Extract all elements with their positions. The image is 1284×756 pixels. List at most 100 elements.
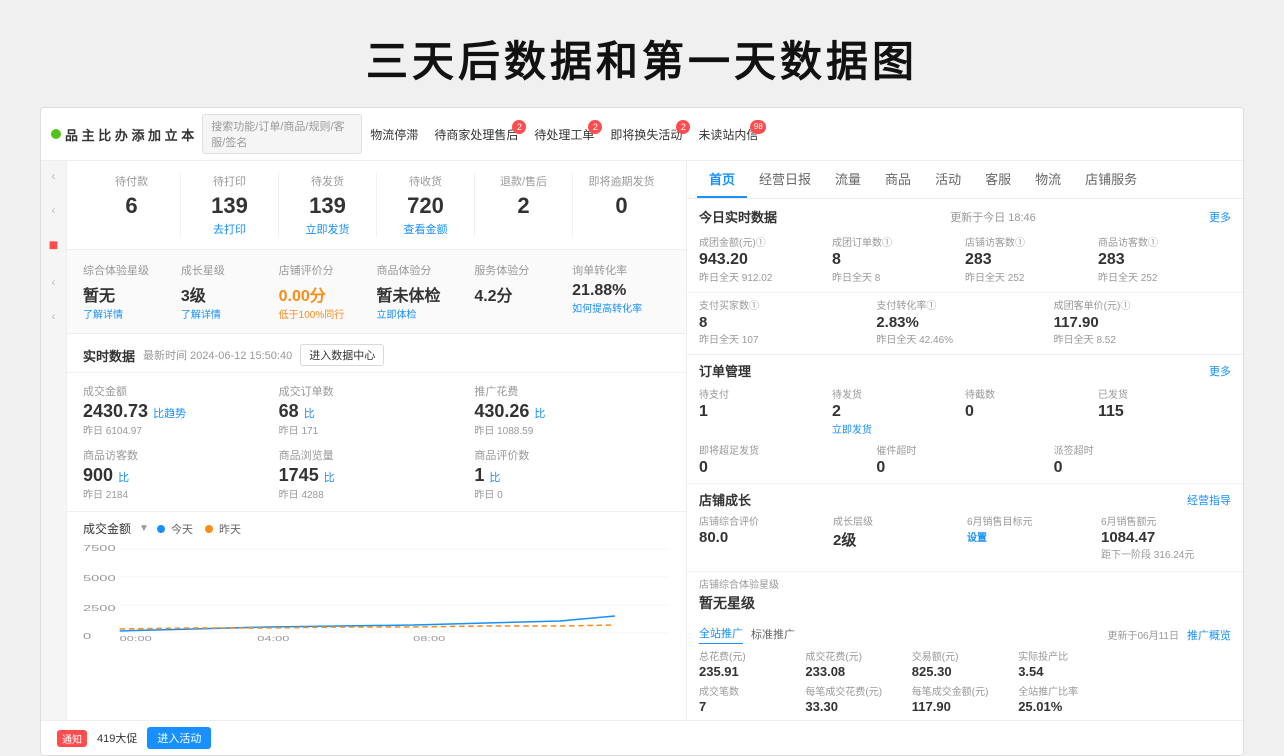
chart-selector-label: 成交金额 (83, 520, 131, 537)
collapse-arrow-1[interactable]: ‹ (52, 169, 56, 183)
stat-link-daifa[interactable]: 立即发货 (279, 221, 376, 237)
page-title-area: 三天后数据和第一天数据图 (0, 0, 1284, 107)
metric-dingdan: 成交订单数 68 比 昨日 171 (279, 383, 475, 437)
stat-value-daiyin: 139 (181, 193, 278, 219)
metric-label-fangke: 商品访客数 (83, 447, 279, 463)
today-section-more[interactable]: 更多 (1209, 209, 1231, 225)
support-kedanjia: 成团客单价(元)① 117.90 昨日全天 8.52 (1054, 297, 1231, 346)
rating-label-chengzhang: 成长星级 (181, 262, 279, 278)
metric-label-pingjia-count: 商品评价数 (474, 447, 670, 463)
tab-homepage[interactable]: 首页 (697, 161, 747, 198)
tab-service[interactable]: 客服 (973, 161, 1023, 198)
legend-dot-today (157, 525, 165, 533)
promo-overview-link[interactable]: 推广概览 (1187, 627, 1231, 643)
growth-cengji: 成长层级 2级 (833, 513, 963, 561)
dropdown-icon[interactable]: ▼ (139, 523, 149, 534)
tab-goods[interactable]: 商品 (873, 161, 923, 198)
order-mgmt-more[interactable]: 更多 (1209, 363, 1231, 379)
collapse-arrow-3[interactable]: ‹ (52, 275, 56, 289)
support-zhuanhuashuai: 支付转化率① 2.83% 昨日全天 42.46% (876, 297, 1053, 346)
order-stats: 待付款 6 待打印 139 去打印 待发货 139 立即发货 待收货 720 查… (67, 161, 686, 250)
stat-link-daiyin[interactable]: 去打印 (181, 221, 278, 237)
collapse-arrow-2[interactable]: ‹ (52, 203, 56, 217)
rating-label-zonghe: 综合体验星级 (83, 262, 181, 278)
nav-shouhou[interactable]: 待商家处理售后 2 (434, 126, 518, 143)
shop-growth-link[interactable]: 经营指导 (1187, 492, 1231, 508)
omg-daifukuan: 待支付 1 (699, 386, 832, 436)
nav-xinxi[interactable]: 未读站内信 98 (698, 126, 758, 143)
tab-logistics[interactable]: 物流 (1023, 161, 1073, 198)
promo-jiaoyie: 交易额(元) 825.30 (912, 648, 1018, 679)
promo-grid-row1: 总花费(元) 235.91 成交花费(元) 233.08 交易额(元) 825.… (699, 648, 1231, 679)
bottom-enter-btn[interactable]: 进入活动 (147, 727, 211, 749)
rating-sub-tiyan[interactable]: 立即体检 (376, 306, 474, 321)
chart-svg: 7500 5000 2500 0 00:00 04:00 (83, 541, 670, 641)
stat-value-yuqi: 0 (573, 193, 670, 219)
growth-pingjia: 店铺综合评价 80.0 (699, 513, 829, 561)
rating-tiyan: 商品体验分 暂未体检 立即体检 (376, 262, 474, 321)
promo-tab-quanzhan[interactable]: 全站推广 (699, 625, 743, 644)
trend-link-liulan[interactable]: 比 (324, 472, 335, 484)
nav-gongdan[interactable]: 待处理工单 2 (534, 126, 594, 143)
metric-prev-liulan: 昨日 4288 (279, 486, 475, 501)
today-chengtuan-dingdan: 成团订单数① 8 昨日全天 8 (832, 234, 965, 284)
left-panel: 待付款 6 待打印 139 去打印 待发货 139 立即发货 待收货 720 查… (67, 161, 687, 720)
metric-huafei: 推广花费 430.26 比 昨日 1088.59 (474, 383, 670, 437)
svg-text:00:00: 00:00 (120, 636, 152, 641)
nav-badge-huodong: 2 (676, 120, 690, 134)
tab-activity[interactable]: 活动 (923, 161, 973, 198)
trend-link-fangke[interactable]: 比 (118, 472, 129, 484)
metric-value-liulan: 1745 比 (279, 465, 475, 486)
stat-link-daishou[interactable]: 查看金额 (377, 221, 474, 237)
collapse-arrow-4[interactable]: ‹ (52, 309, 56, 323)
rating-label-tiyan: 商品体验分 (376, 262, 474, 278)
metric-value-dingdan: 68 比 (279, 401, 475, 422)
omg-paiqian: 派签超时 0 (1054, 442, 1231, 477)
logo-text: 品 主 比 办 添 加 立 本 (65, 125, 194, 144)
rating-sub-zhuanhua[interactable]: 如何提高转化率 (572, 300, 670, 315)
promo-grid-row2: 成交笔数 7 每笔成交花费(元) 33.30 每笔成交金额(元) 117.90 … (699, 683, 1231, 714)
metric-label-dingdan: 成交订单数 (279, 383, 475, 399)
tab-flow[interactable]: 流量 (823, 161, 873, 198)
metric-label-jiaoe: 成交金额 (83, 383, 279, 399)
trend-link-dingdan[interactable]: 比 (304, 408, 315, 420)
stat-label-daiyin: 待打印 (181, 173, 278, 189)
svg-text:08:00: 08:00 (413, 636, 445, 641)
svg-text:5000: 5000 (83, 574, 116, 583)
btn-enter-data[interactable]: 进入数据中心 (300, 344, 384, 366)
search-bar[interactable]: 搜索功能/订单/商品/规则/客服/签名 (202, 114, 362, 154)
rating-sub-pingjia[interactable]: 低于100%同行 (279, 306, 377, 321)
rating-value-fuwu: 4.2分 (474, 282, 572, 306)
nav-huodong[interactable]: 即将换失活动 2 (610, 126, 682, 143)
svg-text:0: 0 (83, 632, 92, 641)
promo-jiaoyi-bishu: 成交笔数 7 (699, 683, 805, 714)
rating-sub-zonghe[interactable]: 了解详情 (83, 306, 181, 321)
stat-value-daifa: 139 (279, 193, 376, 219)
metric-pingjia-count: 商品评价数 1 比 昨日 0 (474, 447, 670, 501)
promo-touchangbi: 实际投产比 3.54 (1018, 648, 1124, 679)
right-panel: 首页 经营日报 流量 商品 活动 客服 物流 店铺服务 今日实时数据 更新于今日… (687, 161, 1243, 720)
tab-daily[interactable]: 经营日报 (747, 161, 823, 198)
top-nav: 品 主 比 办 添 加 立 本 搜索功能/订单/商品/规则/客服/签名 物流停滞… (41, 108, 1243, 161)
today-section-header: 今日实时数据 更新于今日 18:46 更多 (687, 199, 1243, 230)
chart-legend: 今天 昨天 (157, 521, 241, 537)
chart-selector: 成交金额 ▼ 今天 昨天 (83, 520, 670, 537)
trend-link-jiaoe[interactable]: 比趋势 (153, 408, 186, 420)
shop-growth-header: 店铺成长 经营指导 (699, 490, 1231, 509)
nav-wuliutin[interactable]: 物流停滞 (370, 126, 418, 143)
stat-label-daifa: 待发货 (279, 173, 376, 189)
growth-sales: 6月销售额元 1084.47 距下一阶段 316.24元 (1101, 513, 1231, 561)
omg-cuijian: 催件超时 0 (876, 442, 1053, 477)
omg-daifa: 待发货 2 立即发货 (832, 386, 965, 436)
stat-tuikuan: 退款/售后 2 (474, 173, 572, 237)
trend-link-pingjia-count[interactable]: 比 (489, 472, 500, 484)
order-mgmt-row2: 即将超足发货 0 催件超时 0 派签超时 0 (699, 442, 1231, 477)
rating-sub-chengzhang[interactable]: 了解详情 (181, 306, 279, 321)
trend-link-huafei[interactable]: 比 (534, 408, 545, 420)
rating-row: 综合体验星级 暂无 了解详情 成长星级 3级 了解详情 店铺评价分 0.00分 … (67, 250, 686, 334)
promo-meibi-huafei: 每笔成交花费(元) 33.30 (805, 683, 911, 714)
promo-tab-biaozhun[interactable]: 标准推广 (751, 626, 795, 644)
metric-fangke: 商品访客数 900 比 昨日 2184 (83, 447, 279, 501)
tab-shop-service[interactable]: 店铺服务 (1073, 161, 1149, 198)
rating-value-zonghe: 暂无 (83, 282, 181, 306)
